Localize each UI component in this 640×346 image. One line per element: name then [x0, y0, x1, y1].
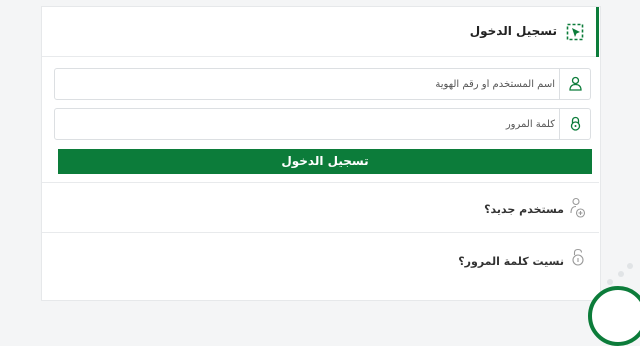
lock-icon	[559, 109, 590, 139]
chat-widget-button[interactable]	[588, 286, 640, 346]
unlock-icon	[572, 248, 584, 266]
password-field[interactable]	[54, 108, 591, 140]
header-accent-bar	[596, 7, 599, 57]
username-input[interactable]	[65, 69, 555, 99]
new-user-link[interactable]: مستخدم جديد؟	[42, 182, 599, 232]
forgot-password-link[interactable]: نسيت كلمة المرور؟	[42, 232, 599, 282]
login-title: تسجيل الدخول	[469, 24, 557, 38]
login-header: تسجيل الدخول	[42, 7, 599, 57]
forgot-password-label[interactable]: نسيت كلمة المرور؟	[458, 255, 564, 268]
add-user-icon	[570, 197, 586, 218]
new-user-label[interactable]: مستخدم جديد؟	[484, 203, 564, 216]
login-panel: تسجيل الدخول تسجيل الدخول مستخد	[41, 6, 601, 301]
login-pointer-icon	[566, 23, 584, 41]
login-submit-button[interactable]: تسجيل الدخول	[58, 149, 592, 174]
password-input[interactable]	[65, 109, 555, 139]
user-icon	[559, 69, 590, 99]
username-field[interactable]	[54, 68, 591, 100]
